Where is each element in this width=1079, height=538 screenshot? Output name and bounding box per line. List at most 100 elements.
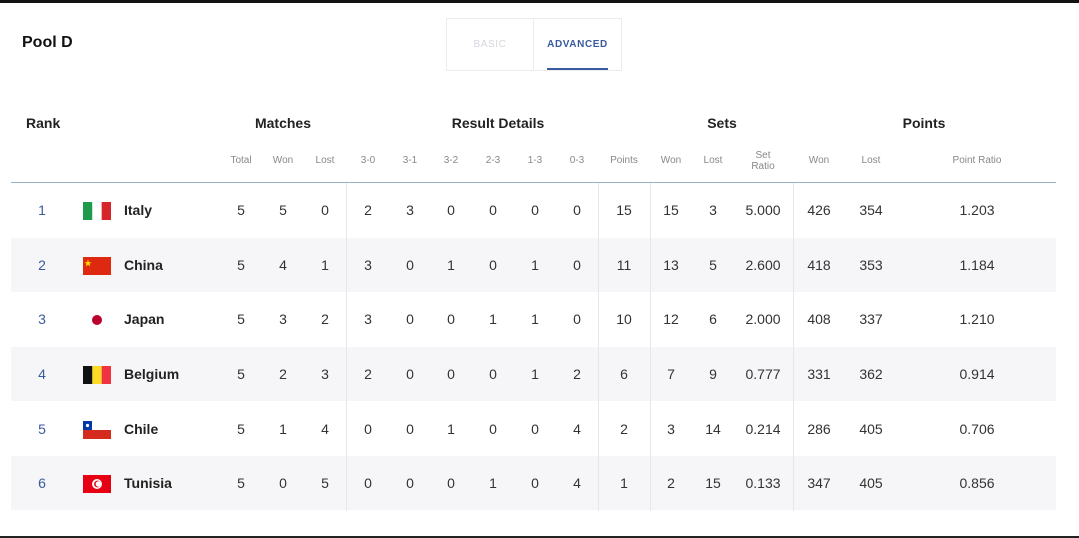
japan-flag-icon [83, 311, 111, 329]
cell-points-won: 347 [807, 475, 831, 491]
cell-points-won: 331 [807, 366, 831, 382]
table-row[interactable]: 2 China 5 4 1 3 0 1 0 1 0 11 13 5 2.600 418 353 1.184 [11, 238, 1056, 292]
subheader-3-2: 3-2 [443, 155, 459, 166]
column-group-sets: Sets [707, 115, 737, 131]
cell-result-0-3: 0 [573, 311, 581, 327]
view-tabs: BASIC ADVANCED [446, 18, 622, 71]
cell-result-3-2: 0 [447, 202, 455, 218]
cell-points-won: 408 [807, 311, 831, 327]
table-row[interactable]: 3 Japan 5 3 2 3 0 0 1 1 0 10 12 6 2.000 408 337 1.210 [11, 292, 1056, 346]
top-border [0, 0, 1079, 3]
table-row[interactable]: 1 Italy 5 5 0 2 3 0 0 0 0 15 15 3 5.000 426 354 1.203 [11, 183, 1056, 237]
cell-result-2-3: 0 [489, 202, 497, 218]
cell-points: 10 [616, 311, 632, 327]
cell-result-1-3: 1 [531, 311, 539, 327]
subheader-sets-lost: Lost [703, 155, 723, 166]
cell-result-3-1: 0 [406, 421, 414, 437]
cell-points: 1 [620, 475, 628, 491]
cell-result-3-1: 0 [406, 311, 414, 327]
cell-result-1-3: 1 [531, 366, 539, 382]
table-row[interactable]: 6 Tunisia 5 0 5 0 0 0 1 0 4 1 2 15 0.133 347 405 0.856 [11, 456, 1056, 510]
cell-points-won: 418 [807, 257, 831, 273]
cell-set-ratio: 2.000 [745, 311, 781, 327]
cell-sets-lost: 5 [709, 257, 717, 273]
cell-result-3-0: 3 [364, 311, 372, 327]
cell-sets-won: 7 [667, 366, 675, 382]
cell-result-0-3: 0 [573, 202, 581, 218]
column-group-points: Points [902, 115, 946, 131]
page-title: Pool D [22, 34, 73, 51]
subheader-2-3: 2-3 [485, 155, 501, 166]
cell-total: 5 [237, 421, 245, 437]
cell-points-lost: 337 [859, 311, 883, 327]
subheader-point-ratio: Point Ratio [952, 155, 1002, 166]
cell-sets-won: 2 [667, 475, 675, 491]
subheader-points-won: Won [808, 155, 830, 166]
tunisia-flag-icon [83, 475, 111, 493]
subheader-set-ratio: Set Ratio [751, 150, 775, 172]
subheader-matches-won: Won [272, 155, 294, 166]
cell-result-1-3: 1 [531, 257, 539, 273]
cell-matches-lost: 5 [321, 475, 329, 491]
group-divider [346, 183, 347, 511]
active-tab-indicator [547, 68, 608, 70]
country-name[interactable]: Belgium [124, 347, 179, 401]
cell-result-0-3: 4 [573, 475, 581, 491]
cell-matches-won: 5 [279, 202, 287, 218]
cell-sets-won: 12 [663, 311, 679, 327]
cell-set-ratio: 2.600 [745, 257, 781, 273]
table-row[interactable]: 5 Chile 5 1 4 0 0 1 0 0 4 2 3 14 0.214 286 405 0.706 [11, 402, 1056, 456]
cell-matches-lost: 1 [321, 257, 329, 273]
cell-matches-won: 4 [279, 257, 287, 273]
cell-points-lost: 405 [859, 421, 883, 437]
cell-result-3-2: 0 [447, 366, 455, 382]
country-name[interactable]: China [124, 238, 163, 292]
cell-result-3-0: 2 [364, 366, 372, 382]
subheader-points: Points [610, 155, 638, 166]
cell-sets-won: 15 [663, 202, 679, 218]
subheader-points-lost: Lost [861, 155, 881, 166]
tab-advanced[interactable]: ADVANCED [534, 19, 621, 70]
cell-total: 5 [237, 202, 245, 218]
rank-cell: 3 [38, 311, 46, 327]
cell-result-2-3: 1 [489, 475, 497, 491]
subheader-matches-lost: Lost [315, 155, 335, 166]
cell-result-3-2: 1 [447, 421, 455, 437]
cell-matches-won: 0 [279, 475, 287, 491]
column-header-rank: Rank [26, 115, 61, 131]
cell-set-ratio: 5.000 [745, 202, 781, 218]
cell-result-3-1: 0 [406, 257, 414, 273]
cell-result-1-3: 0 [531, 421, 539, 437]
country-name[interactable]: Italy [124, 183, 152, 237]
cell-point-ratio: 0.914 [959, 366, 995, 382]
table-row[interactable]: 4 Belgium 5 2 3 2 0 0 0 1 2 6 7 9 0.777 331 362 0.914 [11, 347, 1056, 401]
cell-result-3-0: 2 [364, 202, 372, 218]
rank-cell: 6 [38, 475, 46, 491]
cell-sets-lost: 6 [709, 311, 717, 327]
cell-result-3-0: 0 [364, 421, 372, 437]
chile-flag-icon [83, 421, 111, 439]
cell-matches-won: 3 [279, 311, 287, 327]
cell-matches-lost: 3 [321, 366, 329, 382]
cell-matches-lost: 0 [321, 202, 329, 218]
cell-point-ratio: 0.856 [959, 475, 995, 491]
italy-flag-icon [83, 202, 111, 220]
group-divider [650, 183, 651, 511]
cell-result-0-3: 4 [573, 421, 581, 437]
country-name[interactable]: Chile [124, 402, 158, 456]
cell-sets-lost: 3 [709, 202, 717, 218]
cell-point-ratio: 0.706 [959, 421, 995, 437]
cell-result-2-3: 1 [489, 311, 497, 327]
cell-sets-lost: 9 [709, 366, 717, 382]
cell-result-1-3: 0 [531, 202, 539, 218]
cell-total: 5 [237, 311, 245, 327]
cell-sets-won: 13 [663, 257, 679, 273]
country-name[interactable]: Tunisia [124, 456, 172, 510]
tab-basic[interactable]: BASIC [447, 19, 534, 70]
cell-result-3-1: 3 [406, 202, 414, 218]
country-name[interactable]: Japan [124, 292, 164, 346]
cell-total: 5 [237, 257, 245, 273]
column-group-result-details: Result Details [451, 115, 545, 131]
cell-result-2-3: 0 [489, 257, 497, 273]
group-divider [793, 183, 794, 511]
